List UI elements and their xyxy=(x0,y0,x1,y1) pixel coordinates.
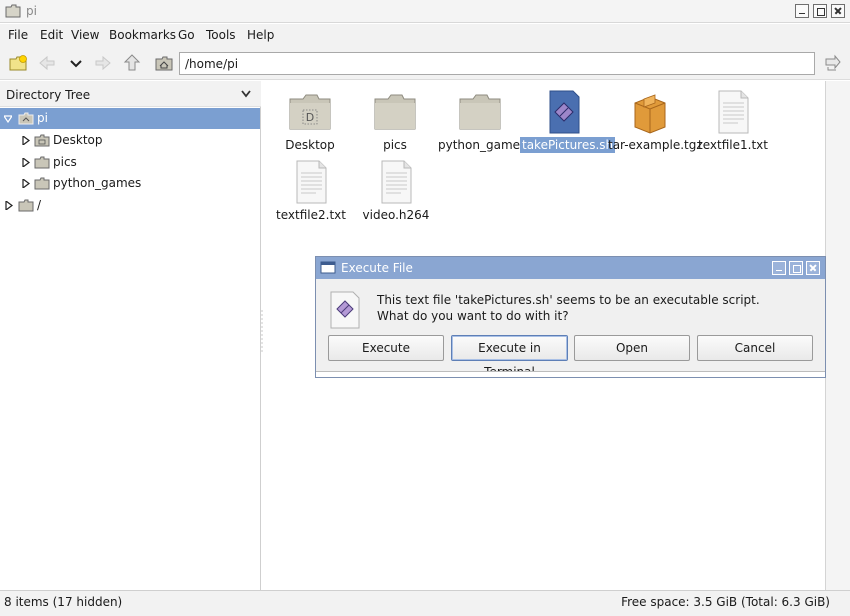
tree-item-desktop[interactable]: Desktop xyxy=(0,130,260,151)
expanded-triangle-icon[interactable] xyxy=(4,114,12,123)
folder-icon xyxy=(5,4,21,18)
free-space: Free space: 3.5 GiB (Total: 6.3 GiB) xyxy=(621,595,830,609)
dialog-maximize-button[interactable] xyxy=(789,261,803,275)
chevron-down-icon[interactable] xyxy=(241,90,251,98)
file-name: Desktop xyxy=(285,138,335,152)
dialog-message: This text file 'takePictures.sh' seems t… xyxy=(377,293,760,307)
open-button[interactable]: Open xyxy=(574,335,690,361)
text-file-icon xyxy=(718,90,749,134)
menu-bar: File Edit View Bookmarks Go Tools Help xyxy=(0,24,850,46)
path-input[interactable] xyxy=(179,52,815,75)
history-dropdown-icon[interactable] xyxy=(66,54,86,72)
dialog-titlebar[interactable]: Execute File xyxy=(316,257,825,279)
tree-item-label: Desktop xyxy=(53,133,103,147)
script-file-icon xyxy=(330,291,360,329)
archive-icon xyxy=(634,94,666,134)
vertical-scrollbar[interactable] xyxy=(825,81,850,590)
desktop-folder-icon: D xyxy=(289,94,331,130)
side-pane-title: Directory Tree xyxy=(6,88,91,102)
svg-text:D: D xyxy=(306,111,314,124)
menu-help[interactable]: Help xyxy=(247,28,274,42)
tree-item-label: pics xyxy=(53,155,77,169)
tree-item-label: / xyxy=(37,198,42,212)
dialog-close-button[interactable] xyxy=(806,261,820,275)
menu-file[interactable]: File xyxy=(8,28,28,42)
file-item-pics[interactable]: pics xyxy=(351,89,439,153)
folder-icon xyxy=(374,94,416,130)
desktop-folder-icon xyxy=(34,134,50,147)
cancel-button[interactable]: Cancel xyxy=(697,335,813,361)
folder-icon xyxy=(18,199,34,212)
side-pane-header[interactable]: Directory Tree xyxy=(0,81,261,107)
file-name: video.h264 xyxy=(362,208,430,222)
tree-item-python-games[interactable]: python_games xyxy=(0,173,260,194)
execute-button[interactable]: Execute xyxy=(328,335,444,361)
dialog-minimize-button[interactable] xyxy=(772,261,786,275)
menu-view[interactable]: View xyxy=(71,28,99,42)
status-bar: 8 items (17 hidden) Free space: 3.5 GiB … xyxy=(0,590,850,616)
menu-go[interactable]: Go xyxy=(178,28,195,42)
window-icon xyxy=(320,261,336,274)
file-name: textfile1.txt xyxy=(698,138,768,152)
execute-file-dialog: Execute File This text file 'takePicture… xyxy=(315,256,826,379)
tree-item-label: python_games xyxy=(53,176,142,190)
file-item-video[interactable]: video.h264 xyxy=(352,159,440,223)
file-name: pics xyxy=(383,138,407,152)
dialog-expander-area xyxy=(316,371,825,377)
up-icon[interactable] xyxy=(122,54,142,72)
file-name: takePictures.sh xyxy=(520,137,616,153)
tree-item-root[interactable]: / xyxy=(0,195,260,216)
minimize-button[interactable] xyxy=(795,4,809,18)
collapsed-triangle-icon[interactable] xyxy=(22,179,30,188)
menu-tools[interactable]: Tools xyxy=(206,28,236,42)
tree-item-label: pi xyxy=(37,111,48,125)
dialog-title: Execute File xyxy=(341,261,413,275)
tree-item-pics[interactable]: pics xyxy=(0,152,260,173)
forward-icon[interactable] xyxy=(93,54,113,72)
script-file-icon xyxy=(549,90,580,134)
collapsed-triangle-icon[interactable] xyxy=(5,201,13,210)
file-item-tar-example[interactable]: tar-example.tgz xyxy=(606,89,703,153)
collapsed-triangle-icon[interactable] xyxy=(22,136,30,145)
window-titlebar[interactable]: pi xyxy=(0,0,850,23)
maximize-button[interactable] xyxy=(813,4,827,18)
side-pane: Directory Tree pi Desktop pics python_ga… xyxy=(0,81,261,590)
file-name: python_games xyxy=(438,138,527,152)
execute-in-terminal-button[interactable]: Execute in Terminal xyxy=(451,335,568,379)
home-icon[interactable] xyxy=(154,54,174,72)
file-item-textfile1[interactable]: textfile1.txt xyxy=(689,89,777,153)
collapsed-triangle-icon[interactable] xyxy=(22,158,30,167)
menu-edit[interactable]: Edit xyxy=(40,28,63,42)
folder-icon xyxy=(34,156,50,169)
go-icon[interactable] xyxy=(822,54,842,72)
folder-icon xyxy=(459,94,501,130)
text-file-icon xyxy=(381,160,412,204)
tree-item-pi[interactable]: pi xyxy=(0,108,260,129)
file-item-python-games[interactable]: python_games xyxy=(436,89,526,153)
text-file-icon xyxy=(296,160,327,204)
close-button[interactable] xyxy=(831,4,845,18)
new-tab-icon[interactable] xyxy=(8,54,28,72)
file-item-textfile2[interactable]: textfile2.txt xyxy=(267,159,355,223)
file-item-desktop[interactable]: D Desktop xyxy=(266,89,354,153)
back-icon[interactable] xyxy=(37,54,57,72)
menu-bookmarks[interactable]: Bookmarks xyxy=(109,28,176,42)
file-name: textfile2.txt xyxy=(276,208,346,222)
folder-icon xyxy=(34,177,50,190)
window-title: pi xyxy=(26,4,37,18)
dialog-question: What do you want to do with it? xyxy=(377,309,569,323)
item-count: 8 items (17 hidden) xyxy=(4,595,123,609)
file-item-takepictures[interactable]: takePictures.sh xyxy=(520,89,616,153)
toolbar xyxy=(0,46,850,80)
home-folder-icon xyxy=(18,112,34,125)
